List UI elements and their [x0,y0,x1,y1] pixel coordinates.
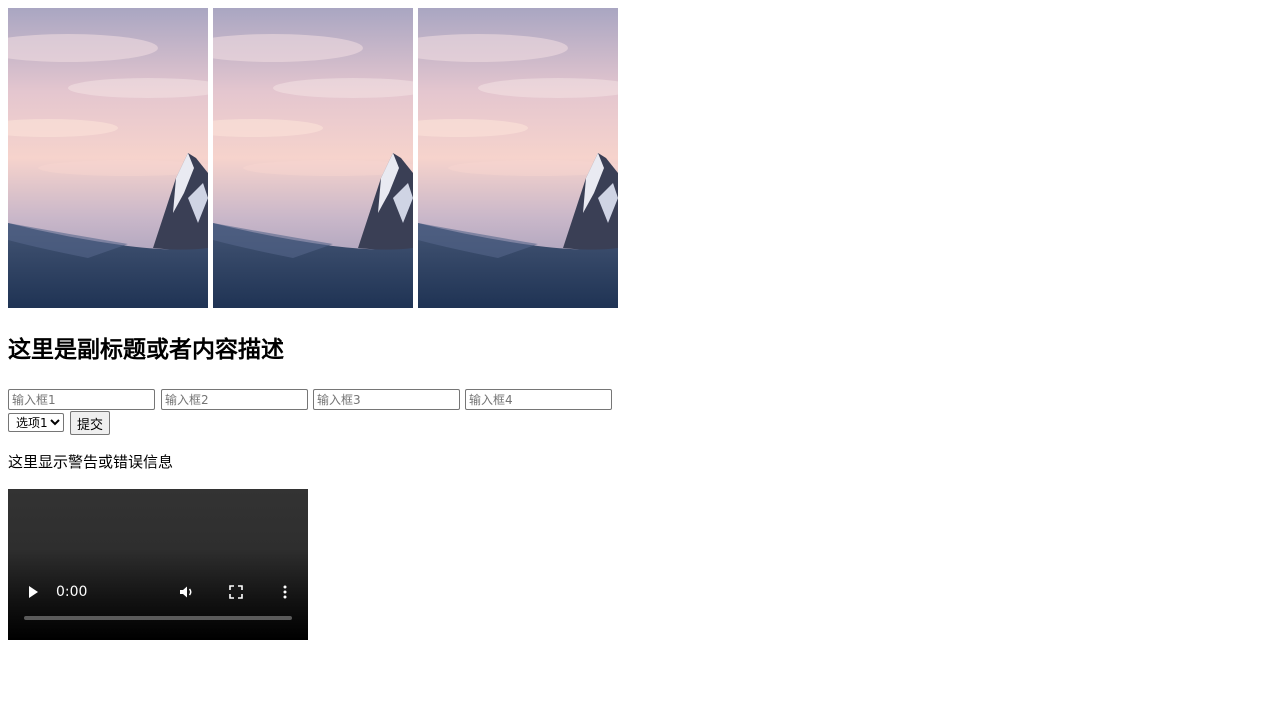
text-input-4[interactable] [465,389,612,410]
text-input-2[interactable] [161,389,308,410]
volume-icon[interactable] [178,584,196,600]
video-time: 0:00 [56,584,88,600]
play-icon[interactable] [26,584,40,600]
video-player[interactable]: 0:00 [8,489,308,640]
more-options-icon[interactable] [278,584,292,600]
mountain-photo [8,8,208,308]
page-subtitle: 这里是副标题或者内容描述 [8,337,284,363]
mountain-photo [213,8,413,308]
mountain-photo [418,8,618,308]
text-input-3[interactable] [313,389,460,410]
warning-message: 这里显示警告或错误信息 [8,453,174,471]
option-select[interactable]: 选项1 [8,413,64,432]
submit-button[interactable]: 提交 [70,411,111,435]
fullscreen-icon[interactable] [229,585,243,599]
text-input-1[interactable] [8,389,155,410]
video-progress-bar[interactable] [24,616,292,620]
